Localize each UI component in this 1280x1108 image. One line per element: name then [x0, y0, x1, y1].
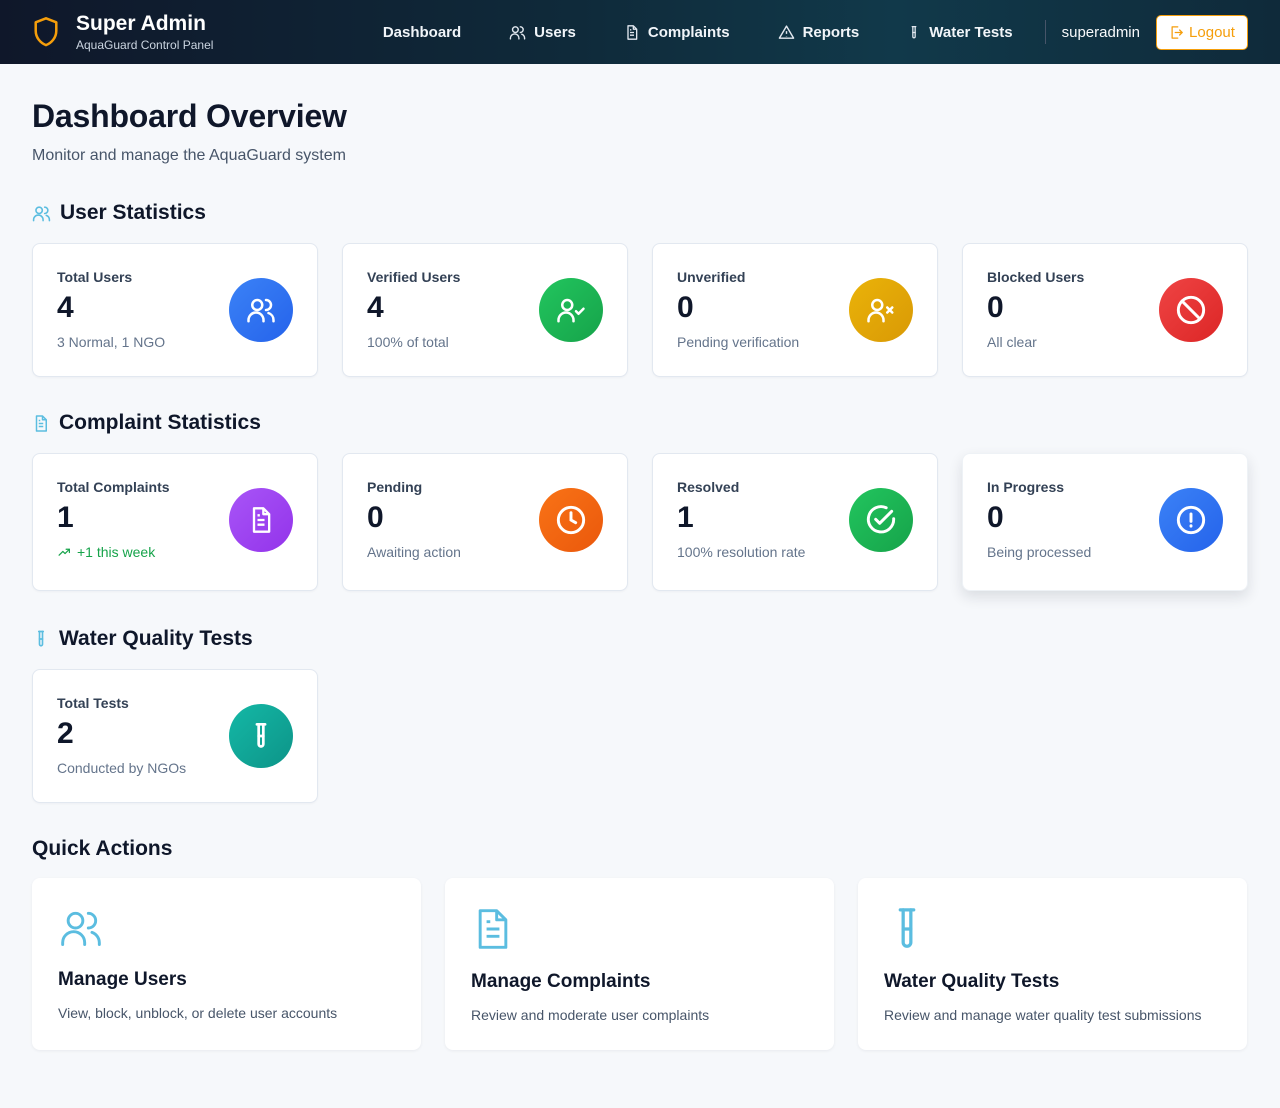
warning-icon [778, 24, 794, 39]
alert-circle-icon [1159, 488, 1223, 552]
top-navbar: Super Admin AquaGuard Control Panel Dash… [0, 0, 1280, 64]
quick-action-desc: View, block, unblock, or delete user acc… [58, 1005, 338, 1021]
main-content: Dashboard Overview Monitor and manage th… [0, 64, 1280, 1050]
nav-reports[interactable]: Reports [778, 23, 860, 41]
water-stats-heading: Water Quality Tests [32, 627, 1248, 651]
logout-label: Logout [1189, 23, 1235, 41]
test-tube-icon [911, 25, 917, 38]
stat-card-verified-users[interactable]: Verified Users 4 100% of total [342, 243, 628, 377]
document-icon [478, 909, 508, 949]
quick-action-water-tests[interactable]: Water Quality Tests Review and manage wa… [858, 878, 1247, 1050]
nav-label: Reports [802, 23, 860, 41]
quick-action-name: Manage Users [58, 969, 187, 990]
ban-icon [1159, 278, 1223, 342]
section-title: User Statistics [60, 201, 206, 224]
nav-label: Water Tests [929, 23, 1013, 41]
brand[interactable]: Super Admin AquaGuard Control Panel [32, 12, 213, 52]
current-username: superadmin [1061, 23, 1140, 41]
stat-card-unverified[interactable]: Unverified 0 Pending verification [652, 243, 938, 377]
stat-card-blocked-users[interactable]: Blocked Users 0 All clear [962, 243, 1248, 377]
quick-action-manage-users[interactable]: Manage Users View, block, unblock, or de… [32, 878, 421, 1050]
users-icon [61, 911, 101, 946]
document-icon [35, 414, 47, 432]
stat-card-total-tests[interactable]: Total Tests 2 Conducted by NGOs [32, 669, 318, 803]
app-subtitle: AquaGuard Control Panel [76, 38, 214, 52]
users-icon [509, 25, 526, 40]
stat-card-pending[interactable]: Pending 0 Awaiting action [342, 453, 628, 591]
nav-dashboard[interactable]: Dashboard [383, 24, 461, 41]
nav-water-tests[interactable]: Water Tests [907, 23, 1013, 41]
document-icon [627, 24, 638, 40]
users-icon [32, 205, 51, 221]
nav-label: Dashboard [382, 23, 462, 41]
user-stats-heading: User Statistics [32, 201, 1248, 225]
quick-actions-title: Quick Actions [32, 837, 173, 860]
trending-up-icon [58, 548, 70, 556]
nav-users[interactable]: Users [509, 24, 576, 41]
quick-action-desc: Review and moderate user complaints [471, 1007, 710, 1023]
page-subtitle: Monitor and manage the AquaGuard system [32, 147, 346, 164]
main-nav: Dashboard Users Complaints Reports Water… [383, 14, 1248, 50]
stat-card-in-progress[interactable]: In Progress 0 Being processed [962, 453, 1248, 591]
nav-label: Complaints [647, 23, 730, 41]
nav-complaints[interactable]: Complaints [624, 24, 730, 41]
complaint-stats-grid: Total Complaints 1 +1 this week Pending … [32, 453, 1248, 591]
quick-action-name: Water Quality Tests [884, 971, 1060, 992]
test-tube-icon [898, 908, 916, 948]
test-tube-icon [229, 704, 293, 768]
water-stats-grid: Total Tests 2 Conducted by NGOs [32, 669, 1248, 803]
page-title: Dashboard Overview [32, 98, 347, 134]
quick-action-manage-complaints[interactable]: Manage Complaints Review and moderate us… [445, 878, 834, 1050]
users-icon [229, 278, 293, 342]
check-circle-icon [849, 488, 913, 552]
nav-label: Users [534, 23, 576, 41]
quick-action-name: Manage Complaints [471, 971, 651, 992]
quick-action-desc: Review and manage water quality test sub… [884, 1007, 1202, 1023]
logout-button[interactable]: Logout [1156, 14, 1248, 50]
logout-icon [1171, 25, 1183, 39]
quick-actions-grid: Manage Users View, block, unblock, or de… [32, 878, 1248, 1050]
stat-card-total-complaints[interactable]: Total Complaints 1 +1 this week [32, 453, 318, 591]
shield-icon [32, 15, 62, 49]
user-stats-grid: Total Users 4 3 Normal, 1 NGO Verified U… [32, 243, 1248, 377]
section-title: Complaint Statistics [59, 411, 261, 434]
user-x-icon [849, 278, 913, 342]
stat-card-total-users[interactable]: Total Users 4 3 Normal, 1 NGO [32, 243, 318, 377]
nav-divider [1044, 20, 1046, 44]
stat-note-text: +1 this week [77, 544, 156, 560]
test-tube-icon [37, 630, 45, 647]
stat-card-resolved[interactable]: Resolved 1 100% resolution rate [652, 453, 938, 591]
section-title: Water Quality Tests [59, 627, 253, 650]
clock-icon [539, 488, 603, 552]
user-check-icon [539, 278, 603, 342]
document-icon [229, 488, 293, 552]
app-title: Super Admin [76, 12, 206, 35]
complaint-stats-heading: Complaint Statistics [32, 411, 1248, 435]
